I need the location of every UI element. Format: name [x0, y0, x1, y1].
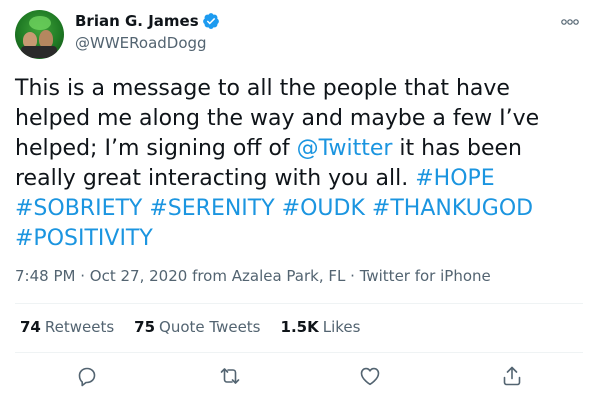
tweet-text: This is a message to all the people that…: [15, 74, 575, 254]
share-icon[interactable]: [500, 364, 524, 388]
hashtag-link[interactable]: #HOPE: [415, 166, 494, 191]
tweet-source[interactable]: Twitter for iPhone: [360, 267, 491, 285]
reply-icon[interactable]: [75, 364, 99, 388]
retweets-stat[interactable]: 74 Retweets: [20, 318, 114, 336]
more-options-icon[interactable]: [560, 15, 580, 29]
verified-badge-icon: [202, 13, 219, 29]
hashtag-link[interactable]: #OUDK: [282, 196, 365, 221]
mention-link[interactable]: @Twitter: [297, 136, 393, 161]
author-name-row: Brian G. James: [75, 12, 220, 30]
tweet-stats: 74 Retweets 75 Quote Tweets 1.5K Likes: [20, 318, 380, 336]
action-bar: [0, 364, 598, 392]
tweet-time[interactable]: 7:48 PM: [15, 267, 75, 285]
tweet-card: Brian G. James @WWERoadDogg This is a me…: [0, 0, 598, 402]
tweet-text-segment: [365, 196, 372, 221]
author-name[interactable]: Brian G. James: [75, 12, 199, 30]
quote-tweets-stat[interactable]: 75 Quote Tweets: [134, 318, 260, 336]
tweet-text-segment: [275, 196, 282, 221]
retweet-icon[interactable]: [218, 364, 242, 388]
hashtag-link[interactable]: #THANKUGOD: [372, 196, 533, 221]
hashtag-link[interactable]: #SERENITY: [149, 196, 274, 221]
tweet-date[interactable]: Oct 27, 2020: [90, 267, 188, 285]
hashtag-link[interactable]: #SOBRIETY: [15, 196, 142, 221]
heart-icon[interactable]: [358, 364, 382, 388]
tweet-location[interactable]: from Azalea Park, FL: [192, 267, 345, 285]
likes-stat[interactable]: 1.5K Likes: [281, 318, 361, 336]
hashtag-link[interactable]: #POSITIVITY: [15, 226, 153, 251]
divider: [15, 303, 583, 304]
author-handle[interactable]: @WWERoadDogg: [75, 34, 207, 52]
divider: [15, 352, 583, 353]
tweet-meta: 7:48 PM · Oct 27, 2020 from Azalea Park,…: [15, 267, 491, 285]
avatar[interactable]: [15, 10, 64, 59]
